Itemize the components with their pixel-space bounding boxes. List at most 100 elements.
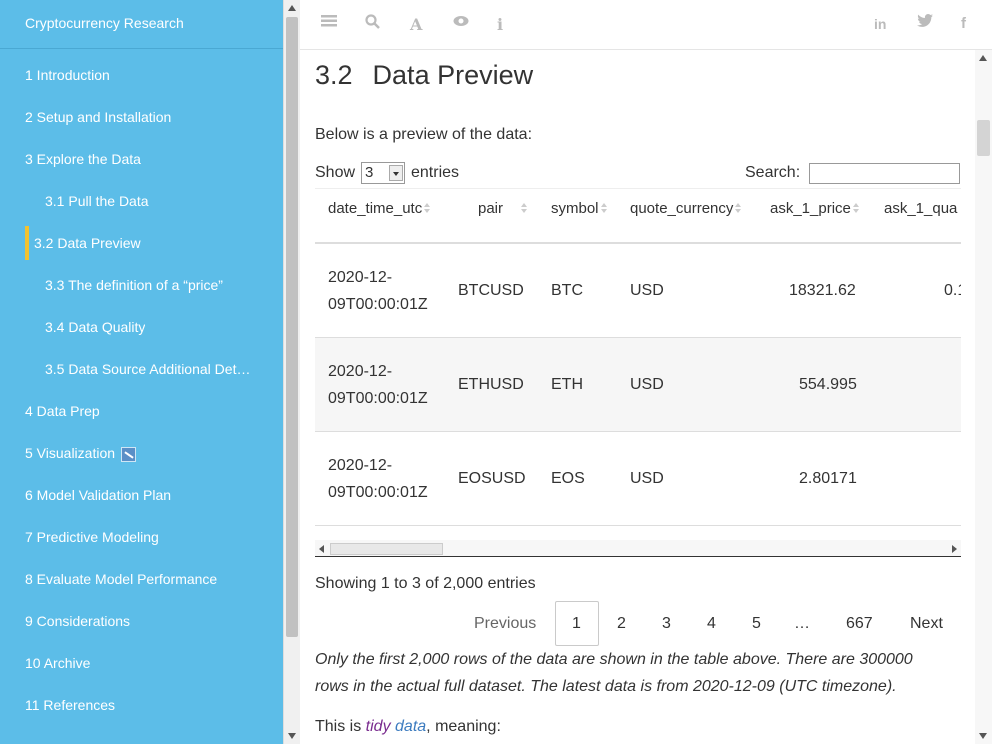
toc-item-visualization[interactable]: 5 Visualization (0, 434, 283, 472)
toc-item-explore-data[interactable]: 3 Explore the Data (0, 140, 283, 178)
sort-icon (424, 203, 431, 215)
page-667-button[interactable]: 667 (846, 615, 873, 633)
toc-label: 3.5 Data Source Additional Det… (45, 361, 251, 377)
scroll-down-icon[interactable] (979, 733, 987, 739)
page-3-button[interactable]: 3 (662, 615, 671, 633)
toc-item-data-quality[interactable]: 3.4 Data Quality (0, 308, 283, 346)
toc-label: 11 References (25, 697, 116, 713)
tidy-link[interactable]: tidy (366, 718, 391, 735)
section-title: Data Preview (372, 60, 534, 90)
search-input[interactable] (809, 163, 960, 184)
main-scroll-thumb[interactable] (977, 120, 990, 156)
tidy-paragraph: This is tidy data, meaning: (315, 718, 501, 736)
scroll-left-icon[interactable] (319, 545, 324, 553)
cell-date-part: 2020-12- (328, 269, 393, 286)
cell-pair: EOSUSD (458, 470, 526, 487)
data-note-line-2: rows in the actual full dataset. The lat… (315, 678, 897, 695)
sidebar-divider (0, 48, 283, 49)
table-row: 2020-12- 09T00:00:01Z EOSUSD EOS USD 2.80… (315, 432, 961, 526)
toc-item-introduction[interactable]: 1 Introduction (0, 56, 283, 94)
data-link[interactable]: data (395, 718, 426, 735)
scroll-down-icon[interactable] (288, 733, 296, 739)
column-header[interactable]: symbol (551, 200, 608, 217)
toc-item-data-prep[interactable]: 4 Data Prep (0, 392, 283, 430)
eye-icon[interactable] (453, 14, 469, 32)
toc-item-references[interactable]: 11 References (0, 686, 283, 724)
toc-item-data-preview[interactable]: 3.2 Data Preview (0, 224, 283, 262)
toc-item-predictive-modeling[interactable]: 7 Predictive Modeling (0, 518, 283, 556)
toc-item-data-source-details[interactable]: 3.5 Data Source Additional Det… (0, 350, 283, 388)
search-label: Search: (745, 164, 801, 181)
intro-paragraph: Below is a preview of the data: (315, 126, 533, 143)
twitter-icon[interactable] (917, 14, 933, 32)
menu-icon[interactable] (321, 14, 337, 33)
table-row: 2020-12- 09T00:00:01Z ETHUSD ETH USD 554.… (315, 338, 961, 432)
font-icon[interactable]: A (410, 15, 422, 34)
column-header-label: quote_currency (630, 200, 734, 217)
chevron-down-icon[interactable] (389, 165, 403, 181)
cell-symbol: BTC (551, 282, 583, 299)
sidebar-scrollbar[interactable] (283, 0, 300, 744)
section-heading: 3.2 Data Preview (315, 60, 533, 91)
toc-label: 2 Setup and Installation (25, 109, 172, 125)
toc-item-archive[interactable]: 10 Archive (0, 644, 283, 682)
main-scrollbar[interactable] (975, 50, 992, 744)
search-icon[interactable] (365, 14, 380, 34)
book-title[interactable]: Cryptocurrency Research (25, 15, 184, 31)
cell-ask-quantity: 0.1 (944, 282, 961, 299)
toc-item-model-validation[interactable]: 6 Model Validation Plan (0, 476, 283, 514)
toc-label: 3.2 Data Preview (34, 235, 141, 251)
table-horizontal-scrollbar[interactable] (315, 540, 961, 557)
toc-item-pull-data[interactable]: 3.1 Pull the Data (0, 182, 283, 220)
table-row: 2020-12- 09T00:00:01Z BTCUSD BTC USD 1832… (315, 244, 961, 338)
column-header[interactable]: ask_1_price (770, 200, 860, 217)
column-header-label: ask_1_price (770, 200, 851, 217)
entries-label: entries (411, 164, 460, 181)
cell-pair: ETHUSD (458, 376, 524, 393)
toc-item-considerations[interactable]: 9 Considerations (0, 602, 283, 640)
page-1-button[interactable]: 1 (572, 615, 581, 633)
tidy-prefix: This is (315, 718, 366, 735)
entries-select[interactable]: 3 (361, 162, 405, 184)
cell-date-part: 2020-12- (328, 363, 393, 380)
toc-item-setup[interactable]: 2 Setup and Installation (0, 98, 283, 136)
next-page-button[interactable]: Next (910, 615, 943, 633)
cell-date-time: 2020-12- 09T00:00:01Z (328, 358, 428, 412)
cell-quote-currency: USD (630, 282, 664, 299)
cell-symbol: EOS (551, 470, 585, 487)
previous-page-button[interactable]: Previous (474, 615, 536, 633)
sidebar: Cryptocurrency Research 1 Introduction 2… (0, 0, 283, 744)
toolbar: A i in f (300, 0, 992, 50)
scroll-right-icon[interactable] (952, 545, 957, 553)
column-header[interactable]: ask_1_qua (884, 200, 957, 217)
table-scroll-thumb[interactable] (330, 543, 443, 555)
page-5-button[interactable]: 5 (752, 615, 761, 633)
data-note: Only the first 2,000 rows of the data ar… (315, 646, 913, 700)
scroll-up-icon[interactable] (288, 5, 296, 11)
toc-item-evaluate-model[interactable]: 8 Evaluate Model Performance (0, 560, 283, 598)
info-icon[interactable]: i (497, 15, 503, 34)
page-2-button[interactable]: 2 (617, 615, 626, 633)
facebook-icon[interactable]: f (961, 15, 966, 32)
linkedin-icon[interactable]: in (874, 16, 886, 32)
scroll-up-icon[interactable] (979, 55, 987, 61)
sort-icon (521, 203, 528, 215)
section-number: 3.2 (315, 60, 353, 90)
column-header[interactable]: quote_currency (630, 200, 742, 217)
column-header-label: pair (478, 200, 504, 217)
page-4-button[interactable]: 4 (707, 615, 716, 633)
sort-icon (735, 203, 742, 215)
tidy-suffix: , meaning: (426, 718, 501, 735)
toc-item-price-definition[interactable]: 3.3 The definition of a “price” (0, 266, 283, 304)
cell-ask-price: 554.995 (799, 376, 857, 393)
cell-time-part: 09T00:00:01Z (328, 390, 428, 407)
column-header[interactable]: pair (478, 200, 528, 217)
toc-label: 1 Introduction (25, 67, 110, 83)
table-header: date_time_utc pair symbol quote_currency… (315, 188, 961, 228)
cell-date-time: 2020-12- 09T00:00:01Z (328, 452, 428, 506)
column-header[interactable]: date_time_utc (328, 200, 431, 217)
sidebar-scroll-thumb[interactable] (286, 17, 298, 637)
cell-pair: BTCUSD (458, 282, 524, 299)
show-entries: Show 3 entries (315, 162, 459, 184)
column-header-label: symbol (551, 200, 599, 217)
